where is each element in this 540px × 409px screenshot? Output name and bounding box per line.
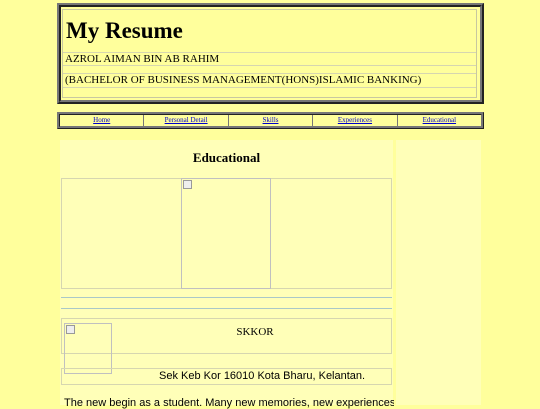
nav-link-personal-detail[interactable]: Personal Detail <box>165 116 208 124</box>
section-title: Educational <box>192 150 261 165</box>
degree-text: (BACHELOR OF BUSINESS MANAGEMENT(HONS)IS… <box>63 73 476 88</box>
divider <box>61 297 392 298</box>
school-address: Sek Keb Kor 16010 Kota Bharu, Kelantan. <box>159 370 366 382</box>
nav-cell-experiences: Experiences <box>312 115 396 126</box>
school-name: SKKOR <box>236 326 274 338</box>
broken-image-icon <box>66 325 75 334</box>
nav-link-home[interactable]: Home <box>93 116 110 124</box>
broken-image-small <box>64 323 112 374</box>
name-text: AZROL AIMAN BIN AB RAHIM <box>63 52 476 66</box>
page-title: My Resume <box>66 18 183 43</box>
nav-link-educational[interactable]: Educational <box>423 116 456 124</box>
nav-cell-skills: Skills <box>227 115 312 126</box>
education-paragraph: The new begin as a student. Many new mem… <box>64 397 394 409</box>
broken-image-icon <box>183 180 192 189</box>
nav-cell-home: Home <box>60 115 143 126</box>
right-column <box>396 140 481 405</box>
nav-cell-personal-detail: Personal Detail <box>143 115 227 126</box>
nav-cell-educational: Educational <box>396 115 481 126</box>
nav-link-experiences[interactable]: Experiences <box>338 116 372 124</box>
divider <box>61 308 392 309</box>
broken-image <box>181 178 271 289</box>
nav-link-skills[interactable]: Skills <box>263 116 279 124</box>
nav-bar: Home Personal Detail Skills Experiences … <box>57 112 484 129</box>
